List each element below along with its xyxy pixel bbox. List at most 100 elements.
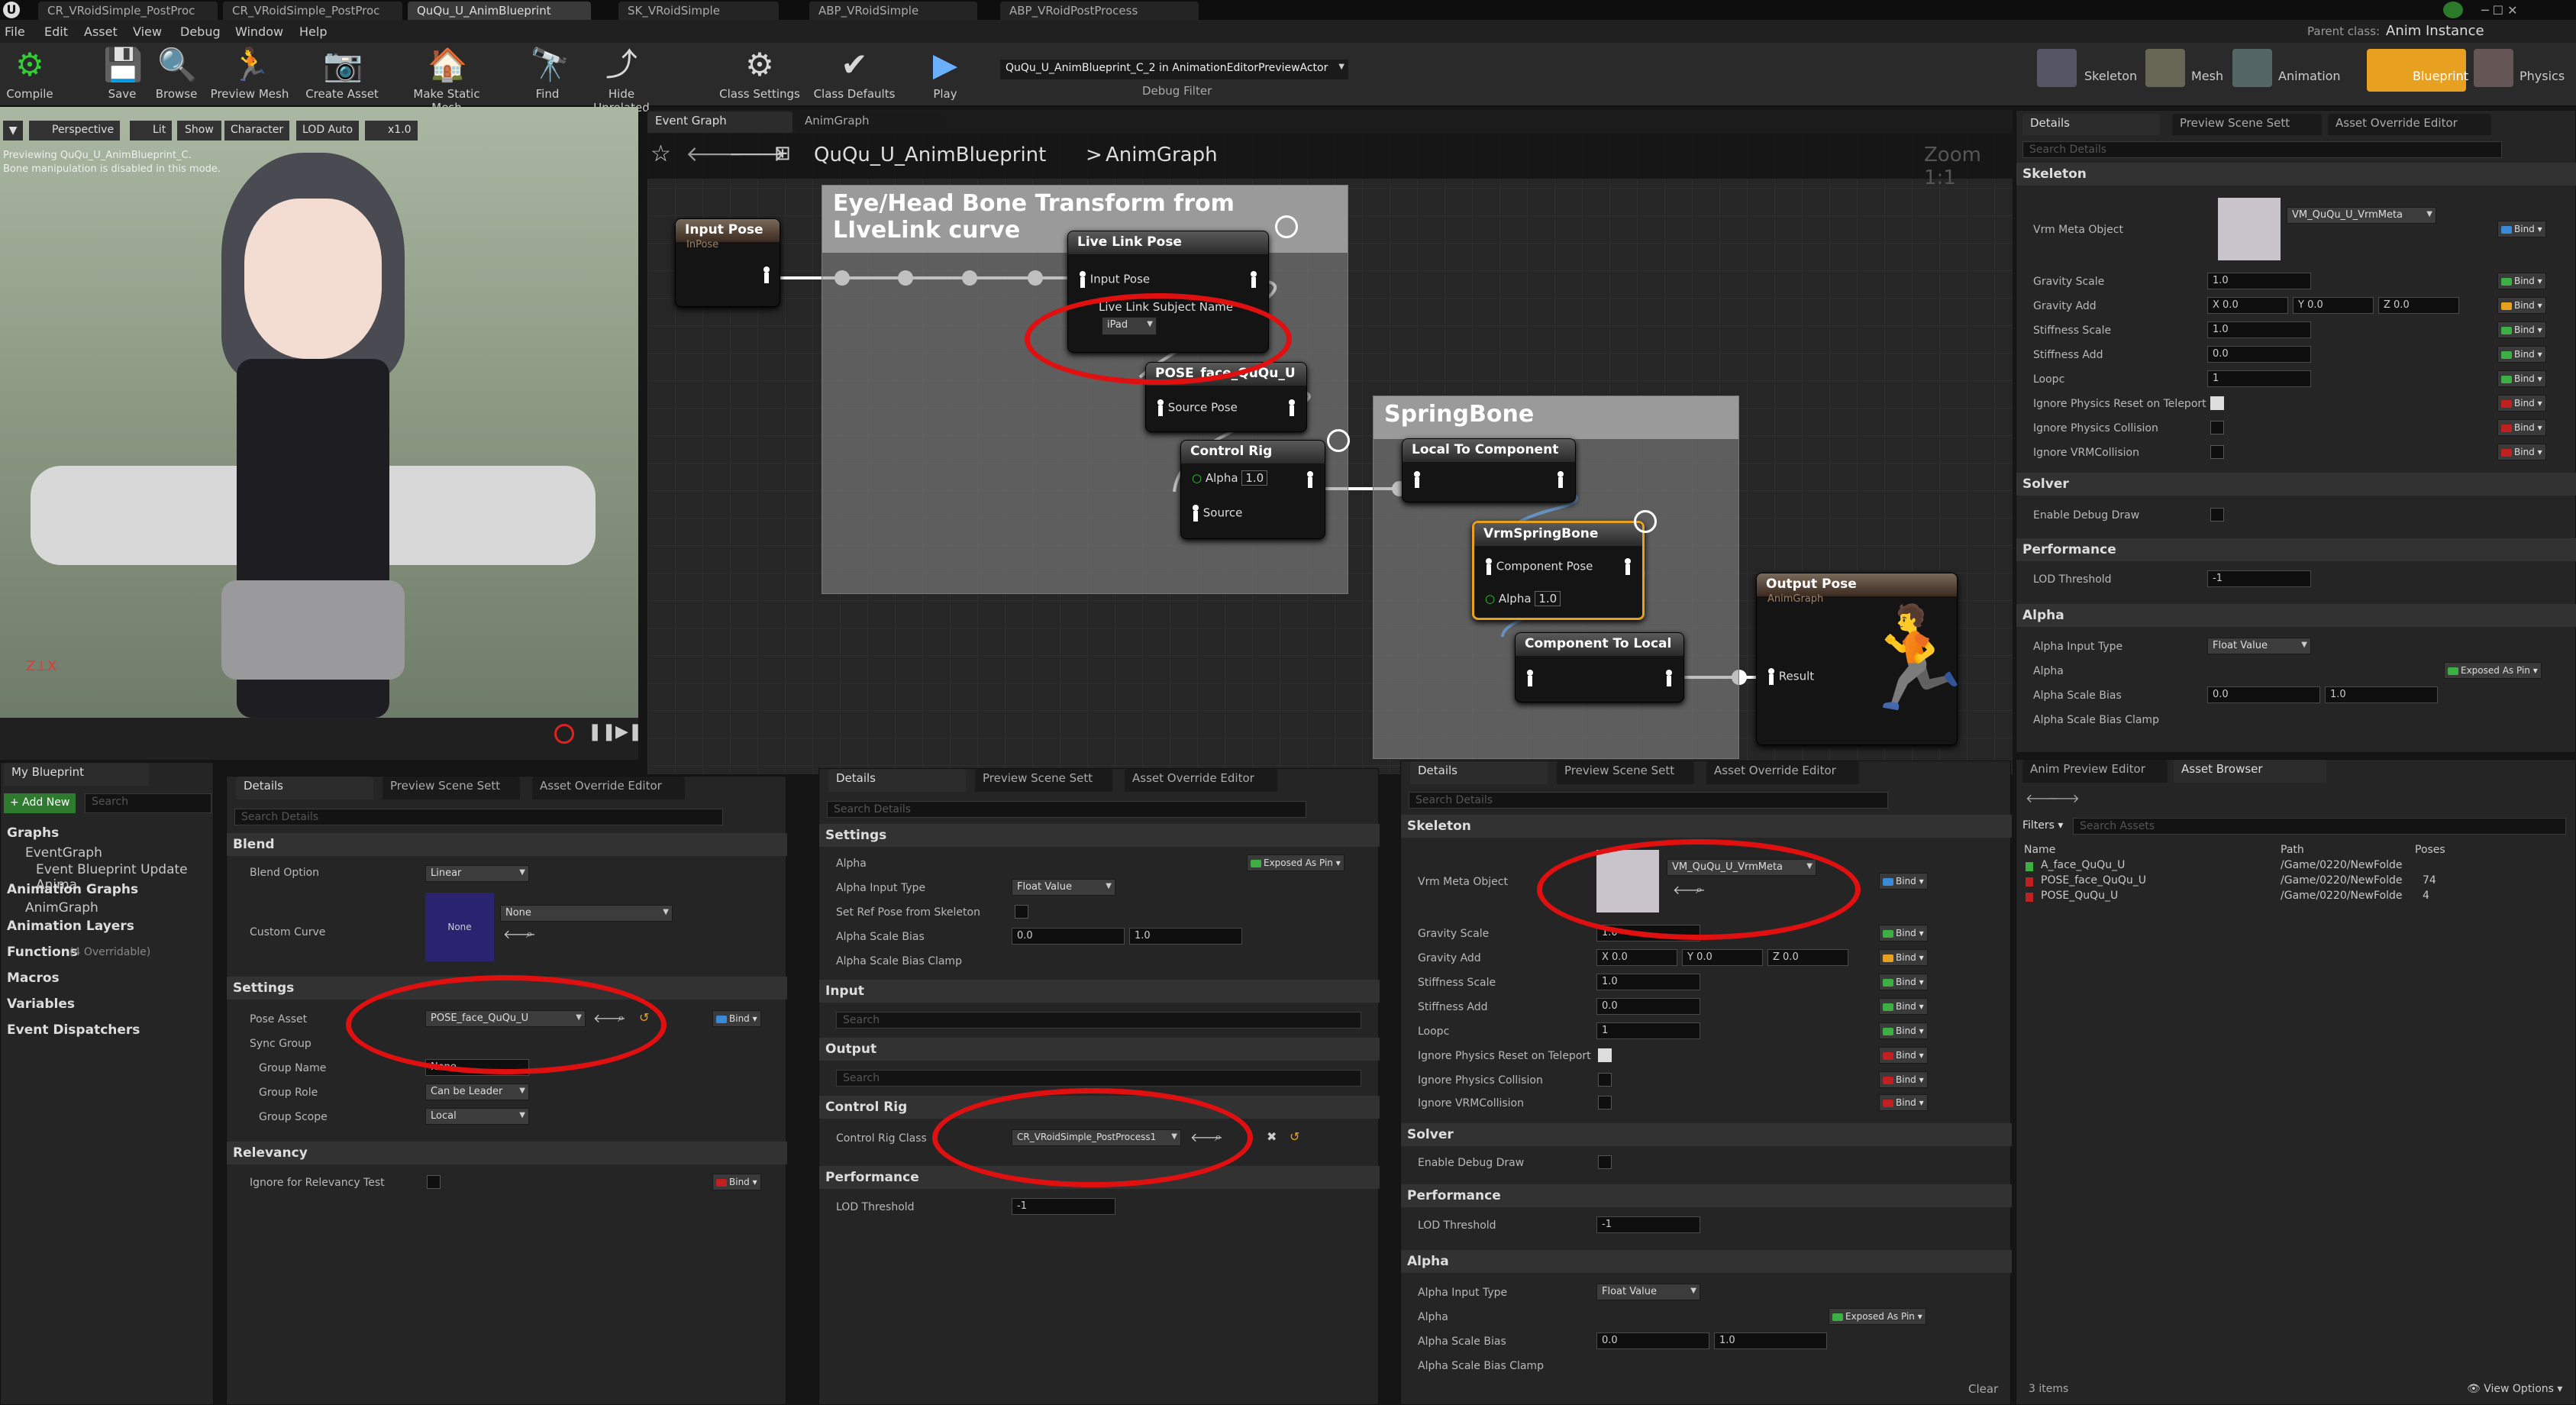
gravity-add-z-right[interactable]: Z 0.0 — [2378, 297, 2459, 314]
table-row[interactable]: A_face_QuQu_U /Game/0220/NewFolde — [2016, 859, 2576, 874]
alpha-exposed-right[interactable]: Exposed As Pin ▾ — [2444, 662, 2542, 679]
alpha-scale-bias-min-3[interactable]: 0.0 — [1596, 1332, 1709, 1349]
tab-preview-scene-right[interactable]: Preview Scene Sett — [2172, 114, 2322, 135]
gravity-add-z-3[interactable]: Z 0.0 — [1767, 949, 1848, 966]
ignore-collision-checkbox-right[interactable] — [2210, 421, 2224, 434]
pause-button[interactable]: ❚❚ — [588, 722, 616, 741]
tab-preview-scene-2[interactable]: Preview Scene Sett — [975, 769, 1112, 792]
custom-curve-select[interactable]: None — [500, 905, 673, 922]
stiffness-add-input-3[interactable]: 0.0 — [1596, 998, 1700, 1015]
group-role-select[interactable]: Can be Leader — [425, 1084, 529, 1100]
component-to-local-node[interactable]: Component To Local — [1515, 632, 1684, 702]
group-scope-select[interactable]: Local — [425, 1108, 529, 1125]
tab-anim-preview-editor[interactable]: Anim Preview Editor — [2022, 760, 2168, 783]
vrm-meta-bind-right[interactable]: Bind ▾ — [2497, 221, 2546, 237]
output-result-pin[interactable]: Result — [1767, 668, 1814, 685]
menu-asset[interactable]: Asset — [84, 24, 118, 39]
ignore-vrm-bind-3[interactable]: Bind ▾ — [1879, 1094, 1928, 1111]
physics-mode-button[interactable]: Physics — [2520, 69, 2565, 83]
animation-graphs-section[interactable]: Animation Graphs — [7, 882, 138, 897]
table-row[interactable]: POSE_face_QuQu_U /Game/0220/NewFolde 74 — [2016, 874, 2576, 890]
gravity-add-label-3[interactable]: Gravity Add — [1418, 952, 1481, 964]
ignore-vrm-checkbox-3[interactable] — [1598, 1096, 1612, 1109]
variables-section[interactable]: Variables — [7, 996, 75, 1012]
gravity-add-label-right[interactable]: Gravity Add — [2033, 300, 2097, 312]
macros-section[interactable]: Macros — [7, 971, 60, 986]
performance-category-3[interactable]: Performance — [1401, 1184, 2012, 1207]
clear-button[interactable]: Clear — [1968, 1382, 1998, 1396]
gravity-add-x-3[interactable]: X 0.0 — [1596, 949, 1677, 966]
blend-option-select[interactable]: Linear — [425, 865, 529, 882]
tab-asset-override-right[interactable]: Asset Override Editor — [2328, 114, 2491, 135]
menu-view[interactable]: View — [133, 24, 162, 39]
vrm-meta-select-right[interactable]: VM_QuQu_U_VrmMeta — [2287, 207, 2436, 224]
tab-asset-override-1[interactable]: Asset Override Editor — [532, 777, 685, 799]
vrm-alpha-pin[interactable]: ○ Alpha 1.0 — [1485, 591, 1561, 606]
skeleton-category-right[interactable]: Skeleton — [2016, 163, 2576, 186]
ignore-collision-bind-right[interactable]: Bind ▾ — [2497, 419, 2546, 436]
tab-details-2[interactable]: Details — [828, 769, 966, 792]
alpha-category-right[interactable]: Alpha — [2016, 604, 2576, 627]
doc-tab-abp-vroid[interactable]: ABP_VRoidSimple — [809, 2, 977, 20]
ignore-collision-bind-3[interactable]: Bind ▾ — [1879, 1071, 1928, 1088]
details-search-1[interactable]: Search Details — [234, 809, 723, 825]
physics-mode-icon[interactable] — [2474, 49, 2513, 87]
class-defaults-button[interactable]: ✔ Class Defaults — [812, 46, 896, 101]
alpha-category-3[interactable]: Alpha — [1401, 1250, 2012, 1273]
skeleton-mode-icon[interactable] — [2037, 49, 2077, 87]
step-forward-button[interactable]: ▶❚ — [615, 722, 638, 741]
curve-thumbnail[interactable]: None — [425, 893, 494, 961]
anim-graph-canvas[interactable]: ☆ 🡐 🡒 ⊞ QuQu_U_AnimBlueprint > AnimGraph… — [647, 133, 2013, 774]
component-pose-pin[interactable]: Component Pose — [1485, 558, 1593, 575]
input-search[interactable]: Search — [836, 1012, 1361, 1029]
lit-button[interactable]: Lit — [130, 121, 173, 140]
output-category[interactable]: Output — [819, 1038, 1380, 1061]
skeleton-category-3[interactable]: Skeleton — [1401, 815, 2012, 838]
record-button[interactable] — [554, 724, 574, 744]
menu-edit[interactable]: Edit — [44, 24, 68, 39]
gravity-add-y-3[interactable]: Y 0.0 — [1682, 949, 1763, 966]
stiffness-add-bind-3[interactable]: Bind ▾ — [1879, 998, 1928, 1015]
animation-mode-button[interactable]: Animation — [2278, 69, 2341, 83]
details-search-2[interactable]: Search Details — [827, 801, 1306, 818]
alpha-scale-bias-min-right[interactable]: 0.0 — [2207, 686, 2320, 703]
table-row[interactable]: POSE_QuQu_U /Game/0220/NewFolde 4 — [2016, 890, 2576, 905]
add-new-button[interactable]: + Add New — [4, 793, 76, 813]
tab-preview-scene-1[interactable]: Preview Scene Sett — [383, 777, 520, 799]
tab-asset-override-2[interactable]: Asset Override Editor — [1125, 769, 1277, 792]
preview-mesh-button[interactable]: 🏃 Preview Mesh — [208, 46, 292, 101]
speed-button[interactable]: x1.0 — [365, 121, 418, 140]
event-dispatchers-section[interactable]: Event Dispatchers — [7, 1022, 140, 1038]
compile-button[interactable]: ⚙ Compile — [3, 46, 56, 101]
animation-mode-icon[interactable] — [2232, 49, 2272, 87]
output-pose-node[interactable]: Output Pose AnimGraph Result 🏃 — [1756, 573, 1977, 745]
make-static-mesh-button[interactable]: 🏠Make Static Mesh — [397, 46, 496, 115]
loopc-bind-right[interactable]: Bind ▾ — [2497, 370, 2546, 387]
ignore-reset-bind-right[interactable]: Bind ▾ — [2497, 395, 2546, 412]
alpha-input-type-select[interactable]: Float Value — [1012, 879, 1115, 896]
tab-details-right[interactable]: Details — [2022, 114, 2160, 135]
skeleton-mode-button[interactable]: Skeleton — [2084, 69, 2137, 83]
tab-asset-browser[interactable]: Asset Browser — [2174, 760, 2326, 783]
alpha-scale-bias-min[interactable]: 0.0 — [1012, 928, 1125, 945]
ignore-relevancy-checkbox[interactable] — [427, 1175, 441, 1189]
gravity-scale-bind-3[interactable]: Bind ▾ — [1879, 925, 1928, 942]
mesh-mode-icon[interactable] — [2145, 49, 2185, 87]
find-button[interactable]: 🔭 Find — [530, 46, 570, 101]
settings-category-2[interactable]: Settings — [819, 824, 1380, 847]
menu-window[interactable]: Window — [235, 24, 283, 39]
component-to-local-out-pin[interactable] — [1665, 670, 1673, 686]
doc-tab-cr-postproc-2[interactable]: CR_VRoidSimple_PostProc — [223, 2, 402, 20]
browse-button[interactable]: 🔍 Browse — [151, 46, 202, 101]
input-pose-node[interactable]: Input Pose InPose — [675, 218, 780, 307]
alpha-scale-bias-max-right[interactable]: 1.0 — [2325, 686, 2438, 703]
stiffness-scale-bind-right[interactable]: Bind ▾ — [2497, 321, 2546, 338]
tab-event-graph[interactable]: Event Graph — [647, 111, 792, 133]
source-pose-pin[interactable]: Source Pose — [1157, 399, 1238, 416]
debug-object-select[interactable]: QuQu_U_AnimBlueprint_C_2 in AnimationEdi… — [1000, 60, 1348, 79]
loopc-input-right[interactable]: 1 — [2207, 370, 2311, 387]
control-rig-reset-icon[interactable]: ↺ — [1290, 1129, 1299, 1144]
history-forward-icon[interactable]: 🡒 — [2047, 790, 2080, 806]
graphs-section[interactable]: Graphs — [7, 825, 59, 841]
lod-button[interactable]: LOD Auto — [296, 121, 360, 140]
